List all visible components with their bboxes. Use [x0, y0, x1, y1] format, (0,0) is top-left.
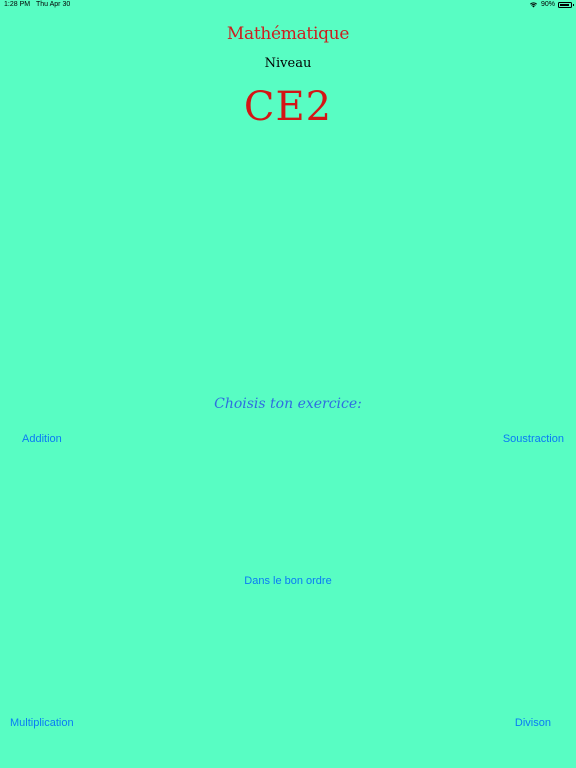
- soustraction-button[interactable]: Soustraction: [503, 433, 564, 445]
- wifi-icon: [529, 2, 537, 8]
- addition-button[interactable]: Addition: [22, 433, 62, 445]
- status-time: 1:28 PM: [4, 1, 31, 8]
- division-button[interactable]: Divison: [515, 717, 551, 729]
- battery-icon: [558, 1, 574, 8]
- exercise-prompt: Choisis ton exercice:: [214, 396, 362, 412]
- bon-ordre-button[interactable]: Dans le bon ordre: [0, 575, 576, 587]
- battery-percent: 90%: [540, 1, 555, 8]
- app-title: Mathématique: [226, 24, 350, 44]
- status-date: Thu Apr 30: [36, 1, 71, 8]
- level-value: CE2: [243, 84, 333, 130]
- status-bar: 1:28 PM Thu Apr 30 90%: [0, 0, 576, 12]
- multiplication-button[interactable]: Multiplication: [10, 717, 74, 729]
- battery-fill: [560, 3, 569, 6]
- status-indicators: 90%: [529, 1, 574, 8]
- level-label: Niveau: [264, 56, 312, 71]
